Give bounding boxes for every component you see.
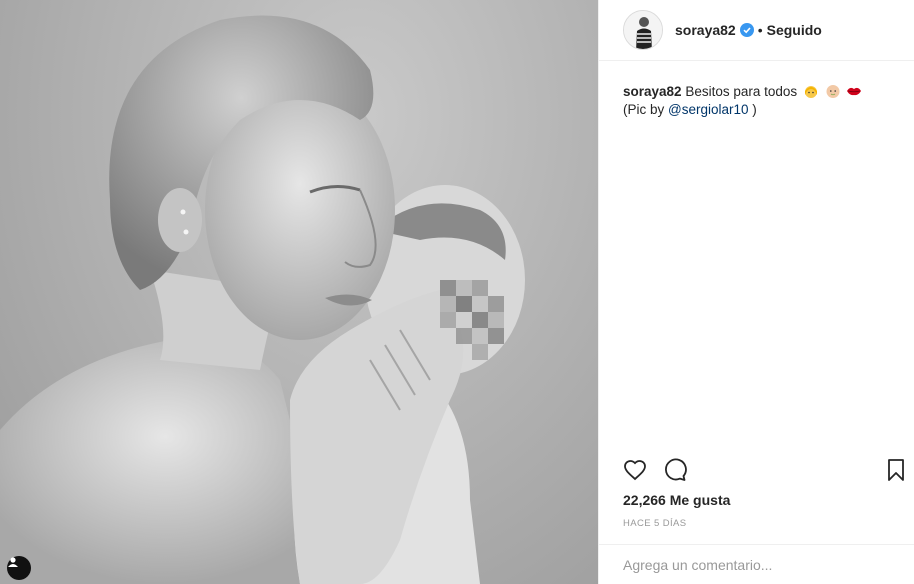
likes-count[interactable]: 22,266 Me gusta — [623, 492, 730, 508]
post-caption: soraya82 Besitos para todos (Pic by @ser… — [599, 61, 914, 119]
avatar[interactable] — [623, 10, 663, 50]
kiss-lips-emoji-icon — [846, 83, 862, 99]
caption-text: Besitos para todos — [685, 84, 798, 99]
header-separator: • — [757, 22, 763, 38]
comment-form — [599, 544, 914, 584]
caption-credit-prefix: (Pic by — [623, 102, 669, 117]
comment-input[interactable] — [623, 556, 883, 573]
header-username[interactable]: soraya82 — [675, 22, 736, 38]
bookmark-icon[interactable] — [885, 458, 907, 487]
baby-emoji-icon — [825, 83, 841, 99]
caption-username[interactable]: soraya82 — [623, 84, 682, 99]
post-actions — [623, 458, 909, 484]
photo-illustration — [0, 15, 525, 584]
follow-state-button[interactable]: Seguido — [767, 22, 822, 38]
post-timestamp[interactable]: HACE 5 DÍAS — [623, 518, 687, 529]
verified-badge-icon — [739, 23, 754, 37]
comment-icon[interactable] — [663, 458, 687, 487]
person-tag-icon[interactable] — [7, 556, 31, 580]
post-sidebar: soraya82 • Seguido soraya82 Besitos para… — [598, 0, 914, 584]
girl-emoji-icon — [803, 83, 819, 99]
post-header: soraya82 • Seguido — [599, 0, 914, 61]
heart-icon[interactable] — [623, 458, 647, 487]
post-photo[interactable] — [0, 0, 598, 584]
caption-mention-link[interactable]: @sergiolar10 — [668, 102, 749, 117]
caption-credit-suffix: ) — [748, 102, 757, 117]
